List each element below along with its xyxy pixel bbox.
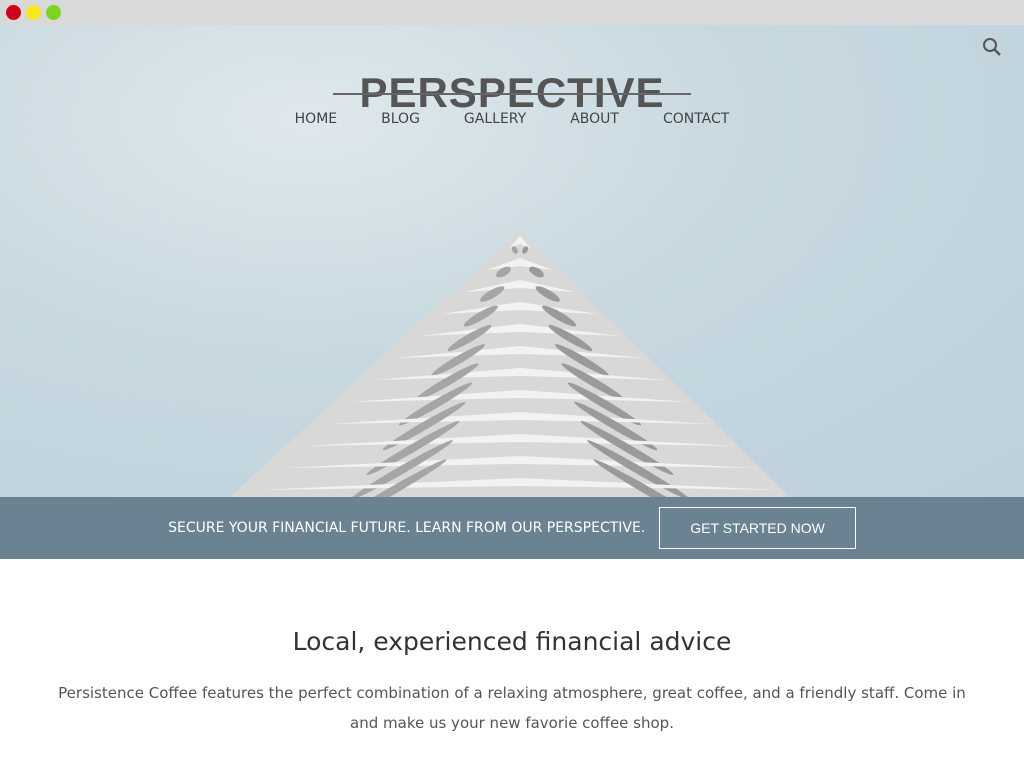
logo-divider — [333, 93, 691, 95]
nav-about[interactable]: ABOUT — [570, 111, 619, 127]
main-nav: HOME BLOG GALLERY ABOUT CONTACT — [0, 111, 1024, 127]
window-titlebar — [0, 0, 1024, 25]
maximize-window-button[interactable] — [46, 5, 61, 20]
close-window-button[interactable] — [6, 5, 21, 20]
cta-banner: SECURE YOUR FINANCIAL FUTURE. LEARN FROM… — [0, 497, 1024, 559]
section-body: Persistence Coffee features the perfect … — [58, 684, 966, 732]
search-icon[interactable] — [982, 37, 1002, 57]
intro-section: Local, experienced financial advice Pers… — [0, 559, 1024, 738]
nav-blog[interactable]: BLOG — [381, 111, 420, 127]
cta-text: SECURE YOUR FINANCIAL FUTURE. LEARN FROM… — [168, 520, 646, 536]
nav-contact[interactable]: CONTACT — [663, 111, 729, 127]
minimize-window-button[interactable] — [26, 5, 41, 20]
hero-section: PERSPECTIVE HOME BLOG GALLERY ABOUT CONT… — [0, 25, 1024, 497]
nav-gallery[interactable]: GALLERY — [464, 111, 526, 127]
nav-home[interactable]: HOME — [295, 111, 337, 127]
get-started-button[interactable]: GET STARTED NOW — [659, 507, 856, 549]
section-heading: Local, experienced financial advice — [292, 627, 732, 656]
